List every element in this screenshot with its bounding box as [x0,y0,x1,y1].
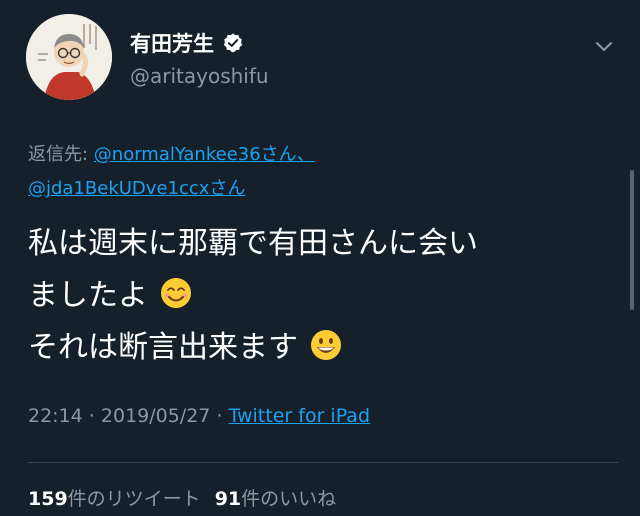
tweet-time: 22:14 [28,405,83,427]
tweet-line: ましたよ [28,278,148,313]
user-handle[interactable]: @aritayoshifu [130,64,269,88]
like-stat[interactable]: 91件のいいね [215,488,336,510]
tweet-header: 有田芳生 @aritayoshifu [26,14,626,104]
divider [28,462,618,463]
scrollbar[interactable] [630,170,634,310]
reply-to-prefix: 返信先: [28,144,94,165]
verified-badge-icon [223,33,243,53]
tweet-line-with-emoji: ましたよ [28,270,608,322]
meta-separator: · [82,405,101,427]
reply-to: 返信先: @normalYankee36さん、 @jda1BekUDve1ccx… [28,138,315,206]
display-name[interactable]: 有田芳生 [130,28,214,58]
mention-link[interactable]: @normalYankee36さん、 [94,144,315,165]
avatar[interactable] [26,14,112,100]
retweet-count: 159 [28,488,68,510]
tweet-date: 2019/05/27 [100,405,211,427]
grinning-face-emoji [310,330,341,360]
tweet-stats: 159件のリツイート 91件のいいね [28,484,336,511]
tweet-line: それは断言出来ます [28,330,298,365]
retweet-stat[interactable]: 159件のリツイート [28,488,201,510]
chevron-down-icon[interactable] [594,36,614,56]
tweet-line-with-emoji: それは断言出来ます [28,322,608,374]
like-count: 91 [214,488,242,510]
smiling-face-emoji [160,278,191,308]
meta-separator: · [210,405,229,427]
retweet-label: 件のリツイート [67,488,201,510]
like-label: 件のいいね [241,488,337,510]
tweet-line: 私は週末に那覇で有田さんに会い [28,226,478,261]
avatar-illustration-icon [26,14,112,100]
mention-link[interactable]: @jda1BekUDve1ccxさん [28,178,245,199]
tweet-meta: 22:14 · 2019/05/27 · Twitter for iPad [28,405,370,427]
tweet-text: 私は週末に那覇で有田さんに会い ましたよ それは断言出来ます [28,218,608,374]
name-row: 有田芳生 [130,28,244,58]
tweet-source-link[interactable]: Twitter for iPad [229,405,370,427]
